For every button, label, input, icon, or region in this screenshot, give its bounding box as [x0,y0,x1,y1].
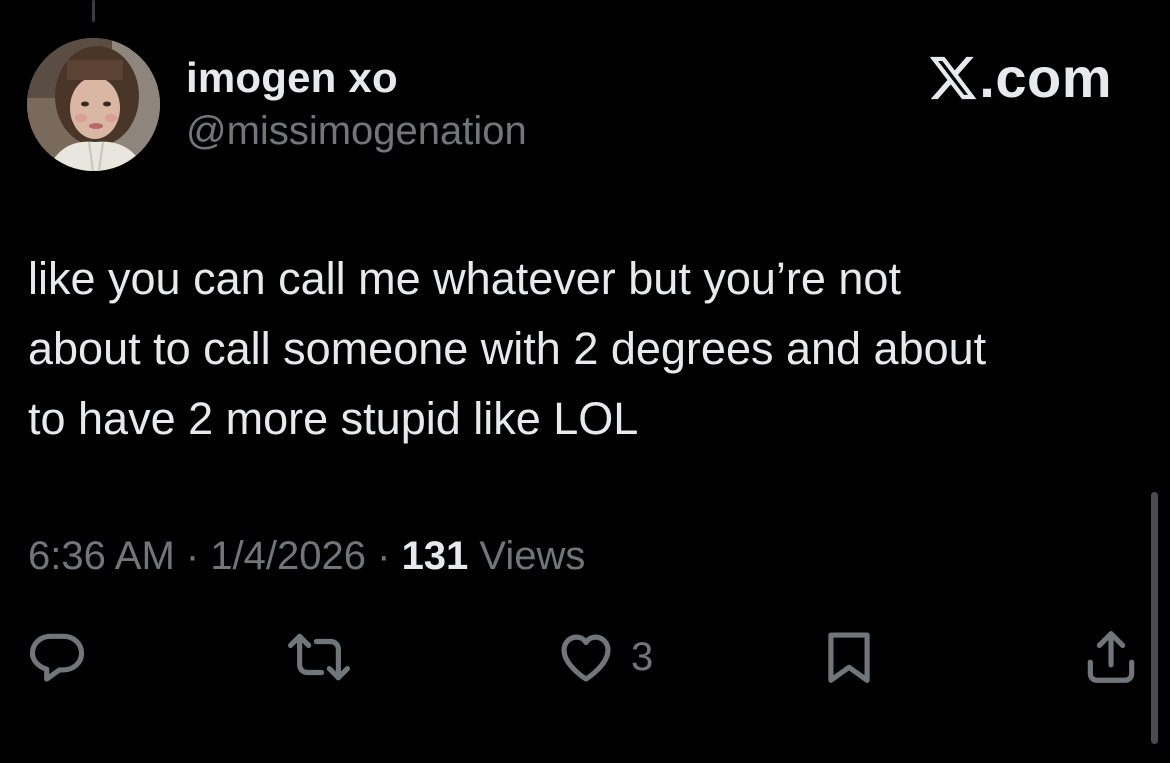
bookmark-icon [828,632,870,683]
views-label: Views [468,534,586,578]
meta-separator: · [366,534,402,578]
meta-separator: · [174,534,211,578]
tweet-card: imogen xo @missimogenation .com like you… [0,0,1170,763]
like-count: 3 [631,635,654,679]
reply-icon [29,633,85,682]
brand-watermark: .com [927,48,1112,108]
x-logo-icon [930,56,977,100]
bookmark-button[interactable] [818,622,880,692]
retweet-icon [288,633,350,681]
views-count: 131 [401,534,469,578]
avatar[interactable] [27,38,160,171]
share-icon [1087,631,1135,683]
tweet-metadata: 6:36 AM · 1/4/2026 · 131 Views [28,532,585,580]
tweet-text-line: about to call someone with 2 degrees and… [28,323,987,374]
thread-connector-line [92,0,95,22]
share-button[interactable] [1080,622,1142,692]
retweet-button[interactable] [284,622,354,692]
tweet-text-line: like you can call me whatever but you’re… [28,253,901,304]
heart-icon [561,634,611,682]
tweet-text: like you can call me whatever but you’re… [28,244,1138,454]
tweet-text-line: to have 2 more stupid like LOL [28,393,639,444]
author-display-name[interactable]: imogen xo [186,52,398,104]
author-handle[interactable]: @missimogenation [186,106,527,156]
tweet-date[interactable]: 1/4/2026 [210,534,366,578]
brand-domain-text: .com [979,46,1112,109]
like-button[interactable]: 3 [555,622,653,692]
reply-button[interactable] [26,622,88,692]
tweet-time[interactable]: 6:36 AM [28,534,175,578]
action-bar: 3 [0,622,1170,692]
scrollbar[interactable] [1151,492,1158,744]
